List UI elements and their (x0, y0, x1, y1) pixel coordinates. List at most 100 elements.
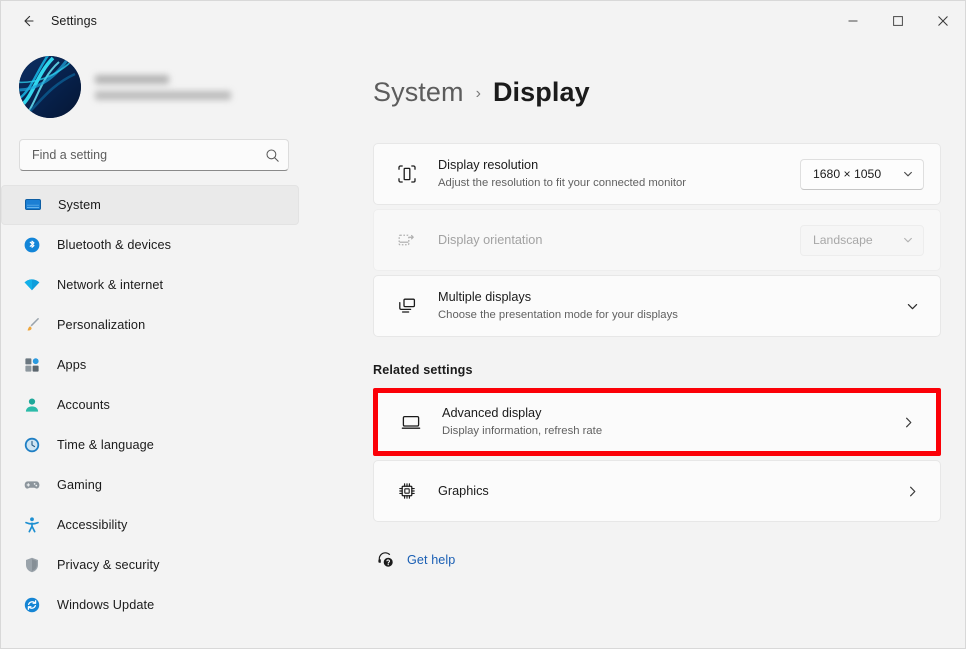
close-button[interactable] (920, 1, 965, 41)
avatar (19, 56, 81, 118)
window-controls (830, 1, 965, 41)
sidebar-item-privacy-security[interactable]: Privacy & security (1, 545, 299, 585)
system-monitor-icon (22, 194, 44, 216)
sidebar-item-label: Personalization (57, 318, 146, 332)
chevron-right-icon[interactable] (905, 484, 924, 499)
search-box[interactable] (19, 139, 289, 171)
sidebar-item-label: Privacy & security (57, 558, 160, 572)
close-icon (937, 15, 949, 27)
shield-icon (21, 554, 43, 576)
window-body: System Bluetooth & devices (1, 41, 965, 648)
main-content: System › Display Display resolution Adju… (307, 41, 965, 648)
display-orientation-dropdown: Landscape (800, 224, 924, 256)
advanced-display-texts: Advanced display Display information, re… (442, 405, 901, 439)
setting-subtitle: Display information, refresh rate (442, 425, 603, 437)
window-title: Settings (51, 14, 97, 28)
maximize-button[interactable] (875, 1, 920, 41)
back-arrow-icon (20, 13, 36, 29)
back-button[interactable] (11, 6, 45, 36)
sidebar-item-label: Time & language (57, 438, 154, 452)
setting-subtitle: Adjust the resolution to fit your connec… (438, 177, 687, 189)
sidebar: System Bluetooth & devices (1, 41, 307, 648)
chevron-down-icon (902, 234, 914, 246)
help-headset-icon (373, 550, 397, 569)
sidebar-item-label: Network & internet (57, 278, 164, 292)
sidebar-item-label: System (58, 198, 101, 212)
account-name (95, 74, 169, 84)
chevron-down-icon[interactable] (905, 299, 924, 314)
sidebar-item-system[interactable]: System (1, 185, 299, 225)
search-input[interactable] (32, 148, 265, 162)
display-resolution-texts: Display resolution Adjust the resolution… (438, 157, 800, 191)
sidebar-item-windows-update[interactable]: Windows Update (1, 585, 299, 625)
graphics-texts: Graphics (438, 483, 905, 500)
page-title: Display (492, 77, 590, 107)
sidebar-item-apps[interactable]: Apps (1, 345, 299, 385)
dropdown-value: Landscape (813, 233, 873, 247)
setting-title: Multiple displays (438, 290, 532, 304)
person-icon (21, 394, 43, 416)
minimize-button[interactable] (830, 1, 875, 41)
monitor-icon (396, 411, 426, 433)
maximize-icon (892, 15, 904, 27)
display-resolution-icon (392, 163, 422, 185)
graphics-chip-icon (392, 480, 422, 502)
setting-title: Display orientation (438, 232, 543, 247)
display-orientation-icon (392, 229, 422, 251)
breadcrumb-root[interactable]: System (373, 77, 464, 108)
chevron-right-icon[interactable] (901, 415, 920, 430)
accessibility-icon (21, 514, 43, 536)
get-help-link[interactable]: Get help (373, 550, 941, 569)
bluetooth-icon (21, 234, 43, 256)
display-orientation-texts: Display orientation (438, 232, 800, 249)
search-icon (265, 148, 280, 163)
setting-title: Graphics (438, 483, 489, 498)
game-controller-icon (21, 474, 43, 496)
graphics-row[interactable]: Graphics (373, 460, 941, 522)
related-settings-group: Advanced display Display information, re… (373, 388, 941, 522)
account-identity (95, 74, 231, 100)
sidebar-item-label: Accessibility (57, 518, 128, 532)
update-refresh-icon (21, 594, 43, 616)
sidebar-item-personalization[interactable]: Personalization (1, 305, 299, 345)
get-help-label: Get help (407, 552, 456, 567)
wifi-icon (21, 274, 43, 296)
sidebar-nav: System Bluetooth & devices Network & int… (1, 185, 307, 625)
dropdown-value: 1680 × 1050 (813, 167, 882, 181)
settings-window: Settings Find a setting System Bluetooth… (0, 0, 966, 649)
display-resolution-dropdown[interactable]: 1680 × 1050 (800, 158, 924, 190)
multiple-displays-texts: Multiple displays Choose the presentatio… (438, 289, 905, 323)
sidebar-item-time-language[interactable]: Time & language (1, 425, 299, 465)
minimize-icon (847, 15, 859, 27)
related-settings-heading: Related settings (373, 363, 473, 377)
sidebar-item-label: Apps (57, 358, 87, 372)
breadcrumb: System › Display (373, 77, 941, 123)
sidebar-item-gaming[interactable]: Gaming (1, 465, 299, 505)
apps-grid-icon (21, 354, 43, 376)
sidebar-item-accounts[interactable]: Accounts (1, 385, 299, 425)
setting-title: Advanced display (442, 406, 542, 420)
sidebar-item-network-internet[interactable]: Network & internet (1, 265, 299, 305)
title-bar: Settings (1, 1, 965, 41)
display-settings-group: Display resolution Adjust the resolution… (373, 143, 941, 337)
display-orientation-row: Display orientation Landscape (373, 209, 941, 271)
advanced-display-highlight-box: Advanced display Display information, re… (373, 388, 941, 456)
sidebar-item-label: Bluetooth & devices (57, 238, 172, 252)
sidebar-item-bluetooth-devices[interactable]: Bluetooth & devices (1, 225, 299, 265)
sidebar-item-label: Windows Update (57, 598, 155, 612)
sidebar-item-label: Accounts (57, 398, 110, 412)
account-card[interactable] (1, 47, 307, 121)
sidebar-item-accessibility[interactable]: Accessibility (1, 505, 299, 545)
advanced-display-row[interactable]: Advanced display Display information, re… (378, 393, 936, 451)
breadcrumb-separator-icon: › (475, 85, 481, 102)
account-email (95, 90, 231, 100)
setting-title: Display resolution (438, 158, 539, 172)
multiple-displays-row[interactable]: Multiple displays Choose the presentatio… (373, 275, 941, 337)
setting-subtitle: Choose the presentation mode for your di… (438, 309, 678, 321)
paintbrush-icon (21, 314, 43, 336)
sidebar-item-label: Gaming (57, 478, 103, 492)
display-resolution-row[interactable]: Display resolution Adjust the resolution… (373, 143, 941, 205)
clock-icon (21, 434, 43, 456)
chevron-down-icon (902, 168, 914, 180)
multiple-displays-icon (392, 295, 422, 317)
